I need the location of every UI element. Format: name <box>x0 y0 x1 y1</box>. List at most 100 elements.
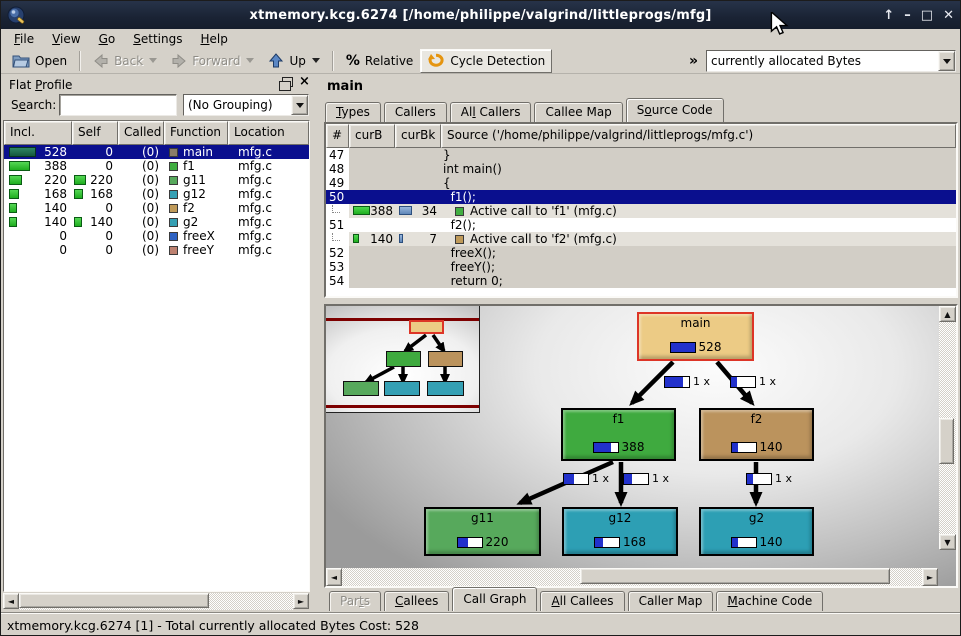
table-row-g12[interactable]: 168168(0)g12mfg.c <box>4 187 309 201</box>
back-button[interactable]: Back <box>86 49 164 73</box>
graph-vscrollbar[interactable]: ▲ ▼ <box>939 306 956 550</box>
scroll-track[interactable] <box>939 322 956 534</box>
source-line-row[interactable]: 47} <box>326 148 956 162</box>
source-call-row[interactable]: 38834Active call to 'f1' (mfg.c) <box>326 204 956 218</box>
source-code-cell: Active call to 'f1' (mfg.c) <box>441 204 956 218</box>
open-button[interactable]: Open <box>5 49 74 73</box>
incl-cell: 168 <box>4 187 72 201</box>
source-column-header[interactable]: curB <box>349 124 395 148</box>
dock-float-icon[interactable] <box>282 77 293 87</box>
menu-file[interactable]: File <box>5 31 43 47</box>
column-header-incl[interactable]: Incl. <box>4 121 72 145</box>
scroll-left-icon[interactable]: ◄ <box>326 568 342 586</box>
column-header-location[interactable]: Location <box>228 121 309 145</box>
cycle-detection-toggle-button[interactable]: Cycle Detection <box>420 49 552 73</box>
graph-node-g11[interactable]: g11220 <box>424 507 541 556</box>
flat-profile-hscrollbar[interactable]: ◄ ► <box>3 593 309 610</box>
graph-node-g12[interactable]: g12168 <box>562 507 678 556</box>
column-header-called[interactable]: Called <box>118 121 164 145</box>
source-line-row[interactable]: 51 f2(); <box>326 218 956 232</box>
call-graph-canvas[interactable]: main528f1388f2140g11220g12168g2140 1 x1 … <box>326 306 956 586</box>
dock-close-icon[interactable]: × <box>299 77 310 87</box>
graph-overview-minimap[interactable] <box>326 306 480 413</box>
source-column-header[interactable]: Source ('/home/philippe/valgrind/littlep… <box>441 124 956 148</box>
minimap-bound-top <box>326 318 479 321</box>
minimap-node <box>427 381 464 396</box>
column-header-self[interactable]: Self <box>72 121 118 145</box>
tab-machine-code[interactable]: Machine Code <box>716 591 823 611</box>
keep-above-button[interactable]: ↑ <box>883 9 894 22</box>
source-line-row[interactable]: 54 return 0; <box>326 274 956 288</box>
scroll-up-icon[interactable]: ▲ <box>939 306 956 322</box>
source-call-row[interactable]: 1407Active call to 'f2' (mfg.c) <box>326 232 956 246</box>
graph-node-f2[interactable]: f2140 <box>699 408 814 461</box>
source-line-row[interactable]: 49{ <box>326 176 956 190</box>
scroll-left-icon[interactable]: ◄ <box>3 593 19 609</box>
tab-callee-map[interactable]: Callee Map <box>534 102 622 122</box>
chevron-down-icon <box>943 59 951 64</box>
tab-caller-map[interactable]: Caller Map <box>628 591 714 611</box>
self-cell: 168 <box>72 187 118 201</box>
table-row-freeX[interactable]: 00(0)freeXmfg.c <box>4 229 309 243</box>
table-row-f1[interactable]: 3880(0)f1mfg.c <box>4 159 309 173</box>
back-dropdown-arrow[interactable] <box>149 58 157 63</box>
table-row-f2[interactable]: 1400(0)f2mfg.c <box>4 201 309 215</box>
event-type-combo[interactable]: currently allocated Bytes <box>706 50 956 72</box>
source-code-cell: int main() <box>441 162 956 176</box>
source-column-header[interactable]: curBk <box>395 124 441 148</box>
tab-call-graph[interactable]: Call Graph <box>452 587 537 611</box>
title-bar[interactable]: xtmemory.kcg.6274 [/home/philippe/valgri… <box>1 1 960 29</box>
menu-go[interactable]: Go <box>90 31 125 47</box>
tab-source-code[interactable]: Source Code <box>626 98 724 122</box>
combo-arrow-button[interactable] <box>291 95 308 115</box>
graph-hscrollbar[interactable]: ◄ ► <box>326 568 938 586</box>
source-line-row[interactable]: 53 freeY(); <box>326 260 956 274</box>
scroll-thumb[interactable] <box>19 593 209 608</box>
table-row-freeY[interactable]: 00(0)freeYmfg.c <box>4 243 309 257</box>
minimize-button[interactable]: – <box>904 9 911 22</box>
function-color-icon <box>169 162 178 171</box>
forward-button[interactable]: Forward <box>164 49 261 73</box>
scroll-right-icon[interactable]: ► <box>922 568 938 586</box>
source-column-header[interactable]: # <box>326 124 349 148</box>
up-button[interactable]: Up <box>261 49 326 73</box>
tab-all-callers[interactable]: All Callers <box>450 102 532 122</box>
self-cell: 140 <box>72 215 118 229</box>
scroll-down-icon[interactable]: ▼ <box>939 534 956 550</box>
table-row-g2[interactable]: 140140(0)g2mfg.c <box>4 215 309 229</box>
scroll-thumb[interactable] <box>939 418 954 464</box>
menu-bar: FileViewGoSettingsHelp <box>1 29 960 48</box>
forward-dropdown-arrow[interactable] <box>246 58 254 63</box>
combo-arrow-button[interactable] <box>938 51 955 71</box>
source-line-row[interactable]: 52 freeX(); <box>326 246 956 260</box>
graph-node-main[interactable]: main528 <box>637 312 754 361</box>
source-line-row[interactable]: 48int main() <box>326 162 956 176</box>
source-line-row[interactable]: 50 f1(); <box>326 190 956 204</box>
maximize-button[interactable]: □ <box>921 9 933 22</box>
tab-callees[interactable]: Callees <box>384 591 449 611</box>
tab-types[interactable]: Types <box>325 102 381 122</box>
menu-help[interactable]: Help <box>191 31 236 47</box>
graph-node-g2[interactable]: g2140 <box>699 507 814 556</box>
column-header-function[interactable]: Function <box>164 121 228 145</box>
relative-toggle-button[interactable]: % Relative <box>339 49 420 73</box>
tab-parts[interactable]: Parts <box>329 591 381 611</box>
graph-node-f1[interactable]: f1388 <box>561 408 676 461</box>
tab-callers[interactable]: Callers <box>384 102 447 122</box>
up-dropdown-arrow[interactable] <box>312 58 320 63</box>
menu-settings[interactable]: Settings <box>124 31 191 47</box>
edge-label-f1-g11: 1 x <box>563 472 609 485</box>
grouping-combo[interactable]: (No Grouping) <box>183 94 309 116</box>
dock-controls: × <box>282 77 310 87</box>
toolbar-overflow-chevron[interactable]: » <box>683 53 704 69</box>
table-row-g11[interactable]: 220220(0)g11mfg.c <box>4 173 309 187</box>
search-input[interactable] <box>59 94 177 116</box>
tab-all-callees[interactable]: All Callees <box>540 591 624 611</box>
scroll-track[interactable] <box>342 568 922 586</box>
scroll-track[interactable] <box>19 593 293 610</box>
scroll-right-icon[interactable]: ► <box>293 593 309 609</box>
close-button[interactable]: ✕ <box>943 9 954 22</box>
scroll-thumb[interactable] <box>580 568 890 584</box>
menu-view[interactable]: View <box>43 31 89 47</box>
table-row-main[interactable]: 5280(0)mainmfg.c <box>4 145 309 159</box>
